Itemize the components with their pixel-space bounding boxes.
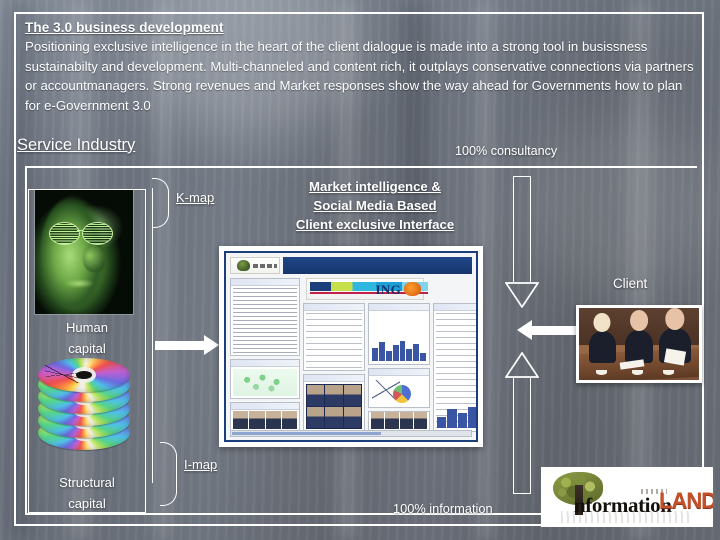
dashboard-screenshot-image: ING xyxy=(219,246,483,447)
business-meeting-image xyxy=(576,305,702,383)
arrow-consultancy-down xyxy=(505,176,539,308)
arrow-down-head-icon xyxy=(505,282,539,308)
slide-canvas: The 3.0 business development Positioning… xyxy=(0,0,720,540)
i-map-brace xyxy=(160,442,177,506)
dashboard-ing-banner: ING xyxy=(306,278,428,300)
header-block: The 3.0 business development Positioning… xyxy=(25,19,697,116)
dashboard-panel xyxy=(230,278,300,356)
market-intelligence-line-2: Social Media Based xyxy=(313,198,437,213)
capital-connector-line xyxy=(152,188,153,483)
human-capital-label: Human capital xyxy=(28,317,146,359)
human-capital-line-1: Human xyxy=(66,320,108,335)
dashboard-panel xyxy=(368,411,430,432)
i-map-label: I-map xyxy=(184,457,218,472)
client-label: Client xyxy=(613,276,648,291)
arrow-information-up xyxy=(505,352,539,494)
consultancy-label: 100% consultancy xyxy=(455,144,558,158)
logo-reflection xyxy=(561,511,693,523)
dashboard-panel xyxy=(368,368,430,408)
arrow-up-head-icon xyxy=(505,352,539,378)
ing-brand-text: ING xyxy=(375,282,401,297)
service-industry-heading: Service Industry xyxy=(17,136,136,154)
structural-capital-label: Structural capital xyxy=(28,472,146,514)
market-intelligence-line-3: Client exclusive Interface xyxy=(295,217,455,232)
human-capital-line-2: capital xyxy=(68,341,106,356)
dashboard-panel xyxy=(303,374,365,432)
market-intelligence-heading: Market intelligence & Social Media Based… xyxy=(265,177,485,234)
dashboard-panel xyxy=(303,303,365,371)
cd-stack-image xyxy=(35,358,133,466)
dashboard-panel xyxy=(433,303,476,432)
dashboard-panel xyxy=(368,303,430,365)
arrow-capital-to-interface xyxy=(155,335,219,355)
market-intelligence-line-1: Market intelligence & xyxy=(309,179,441,194)
dashboard-logo-icon xyxy=(230,257,280,274)
dashboard-panel xyxy=(230,359,300,399)
ing-lion-icon xyxy=(404,282,421,296)
dashboard-scrollbar[interactable] xyxy=(230,430,472,437)
information-label: 100% information xyxy=(393,501,493,516)
k-map-brace xyxy=(152,178,169,228)
header-paragraph: Positioning exclusive intelligence in th… xyxy=(25,39,694,114)
k-map-label: K-map xyxy=(176,190,215,205)
matrix-face-image xyxy=(35,190,133,314)
structural-capital-line-2: capital xyxy=(68,496,106,511)
page-title: The 3.0 business development xyxy=(25,20,224,35)
structural-capital-line-1: Structural xyxy=(59,475,115,490)
informationland-logo-image: nformation LAND xyxy=(541,467,713,527)
dashboard-panel xyxy=(230,402,300,432)
arrow-client-to-interface xyxy=(517,320,581,340)
